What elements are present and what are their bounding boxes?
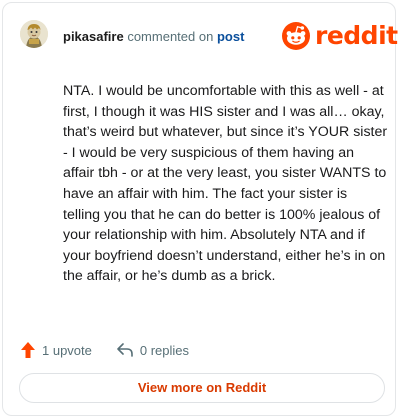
post-link[interactable]: post	[217, 29, 244, 44]
username-link[interactable]: pikasafire	[63, 29, 124, 44]
reply-arrow-icon	[117, 343, 133, 357]
replies-button[interactable]: 0 replies	[116, 342, 189, 358]
avatar[interactable]	[20, 20, 48, 48]
upvote-button[interactable]: 1 upvote	[20, 341, 92, 359]
commented-on-text: commented on	[127, 29, 214, 44]
reddit-wordmark: reddit	[315, 21, 398, 50]
reddit-logo[interactable]: reddit	[281, 21, 398, 51]
comment-embed-card: pikasafire commented on post reddit NTA.…	[2, 2, 398, 416]
reddit-snoo-icon	[282, 22, 310, 50]
comment-footer: 1 upvote 0 replies	[20, 340, 189, 360]
avatar-icon	[20, 20, 48, 48]
comment-header: pikasafire commented on post	[63, 29, 244, 44]
view-more-button[interactable]: View more on Reddit	[19, 373, 385, 403]
upvote-arrow-icon	[21, 342, 35, 358]
replies-count: 0 replies	[139, 342, 190, 358]
comment-body: NTA. I would be uncomfortable with this …	[63, 83, 388, 285]
upvote-count: 1 upvote	[42, 342, 92, 358]
